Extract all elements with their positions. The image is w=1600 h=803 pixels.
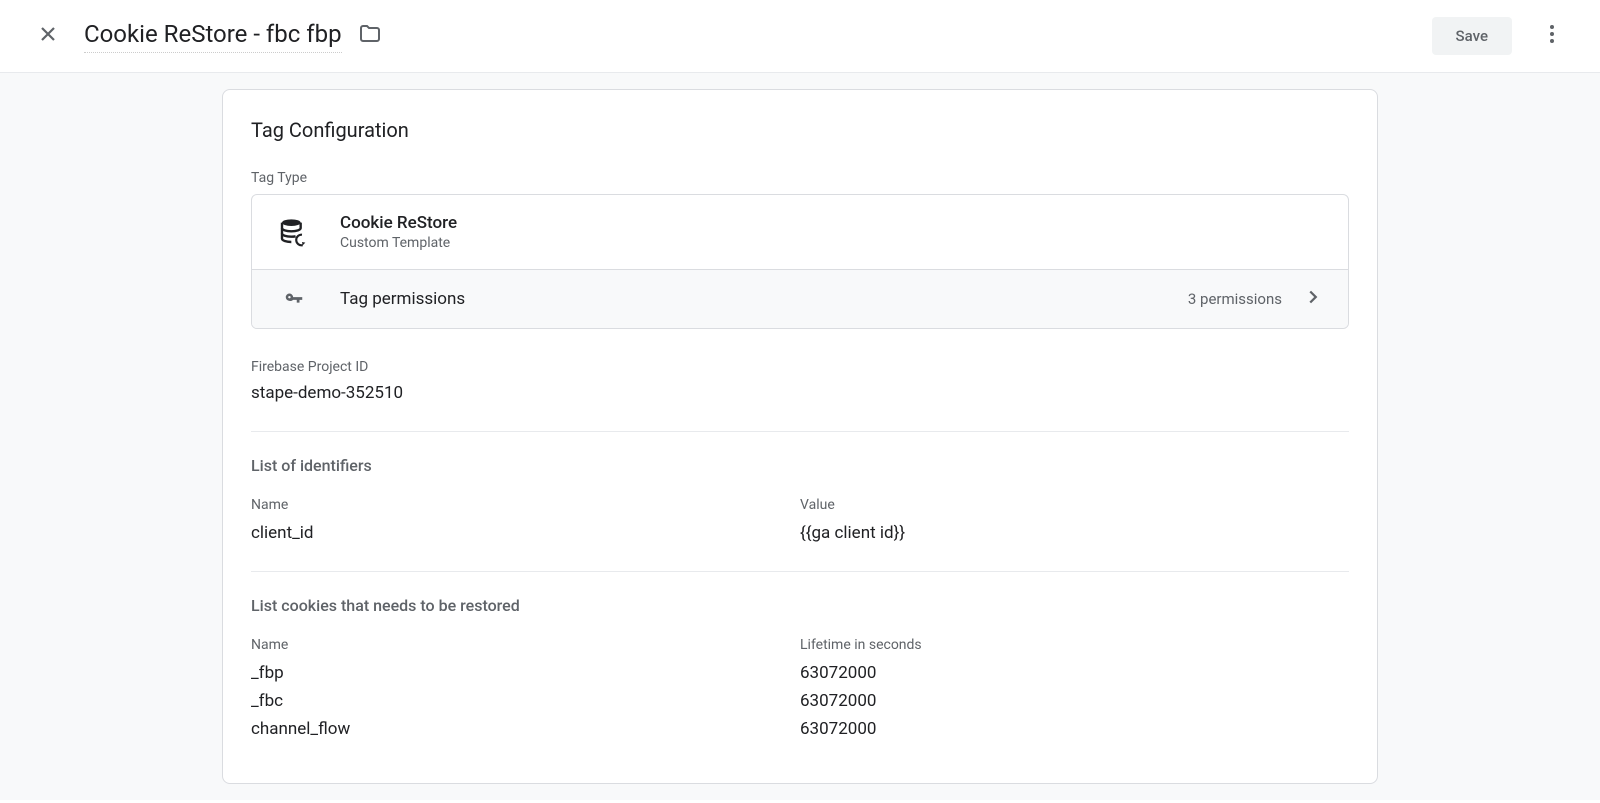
page-title[interactable]: Cookie ReStore - fbc fbp	[84, 20, 342, 53]
folder-icon[interactable]	[358, 22, 382, 50]
cookies-table: Name Lifetime in seconds _fbp 63072000 _…	[251, 637, 1349, 739]
close-icon	[36, 22, 60, 50]
firebase-project-id-group: Firebase Project ID stape-demo-352510	[251, 359, 1349, 403]
cookie-name: _fbp	[251, 663, 800, 683]
title-container: Cookie ReStore - fbc fbp	[84, 20, 1432, 53]
cookies-col-lifetime: Lifetime in seconds	[800, 637, 1349, 653]
permissions-count: 3 permissions	[1188, 290, 1282, 308]
firebase-value: stape-demo-352510	[251, 383, 1349, 403]
cookie-lifetime: 63072000	[800, 691, 1349, 711]
cookie-name: channel_flow	[251, 719, 800, 739]
tag-type-label: Tag Type	[251, 170, 1349, 186]
identifiers-header: Name Value	[251, 497, 1349, 513]
cookies-section-title: List cookies that needs to be restored	[251, 596, 1349, 615]
save-button[interactable]: Save	[1432, 17, 1512, 55]
cookie-lifetime: 63072000	[800, 663, 1349, 683]
cookies-header: Name Lifetime in seconds	[251, 637, 1349, 653]
firebase-label: Firebase Project ID	[251, 359, 1349, 375]
page-header: Cookie ReStore - fbc fbp Save	[0, 0, 1600, 73]
permissions-label: Tag permissions	[340, 289, 1188, 309]
tag-type-info: Cookie ReStore Custom Template	[340, 213, 457, 251]
close-button[interactable]	[24, 12, 72, 60]
cookies-col-name: Name	[251, 637, 800, 653]
more-menu-button[interactable]	[1528, 12, 1576, 60]
identifiers-col-value: Value	[800, 497, 1349, 513]
database-restore-icon	[276, 214, 312, 250]
tag-permissions-row[interactable]: Tag permissions 3 permissions	[252, 269, 1348, 328]
key-icon	[276, 288, 312, 310]
more-vertical-icon	[1540, 22, 1564, 50]
cookie-name: _fbc	[251, 691, 800, 711]
divider	[251, 571, 1349, 572]
tag-type-name: Cookie ReStore	[340, 213, 457, 233]
identifiers-section-title: List of identifiers	[251, 456, 1349, 475]
identifier-value: {{ga client id}}	[800, 523, 1349, 543]
table-row: _fbp 63072000	[251, 663, 1349, 683]
identifier-name: client_id	[251, 523, 800, 543]
table-row: _fbc 63072000	[251, 691, 1349, 711]
identifiers-col-name: Name	[251, 497, 800, 513]
tag-type-subtitle: Custom Template	[340, 235, 457, 251]
card-title: Tag Configuration	[251, 118, 1349, 142]
cookie-lifetime: 63072000	[800, 719, 1349, 739]
tag-type-selector[interactable]: Cookie ReStore Custom Template	[252, 195, 1348, 269]
table-row: client_id {{ga client id}}	[251, 523, 1349, 543]
table-row: channel_flow 63072000	[251, 719, 1349, 739]
chevron-right-icon	[1302, 286, 1324, 312]
content-area: Tag Configuration Tag Type Cookie ReStor…	[0, 73, 1600, 800]
tag-configuration-card: Tag Configuration Tag Type Cookie ReStor…	[222, 89, 1378, 784]
divider	[251, 431, 1349, 432]
tag-type-box: Cookie ReStore Custom Template Tag permi…	[251, 194, 1349, 329]
identifiers-table: Name Value client_id {{ga client id}}	[251, 497, 1349, 543]
